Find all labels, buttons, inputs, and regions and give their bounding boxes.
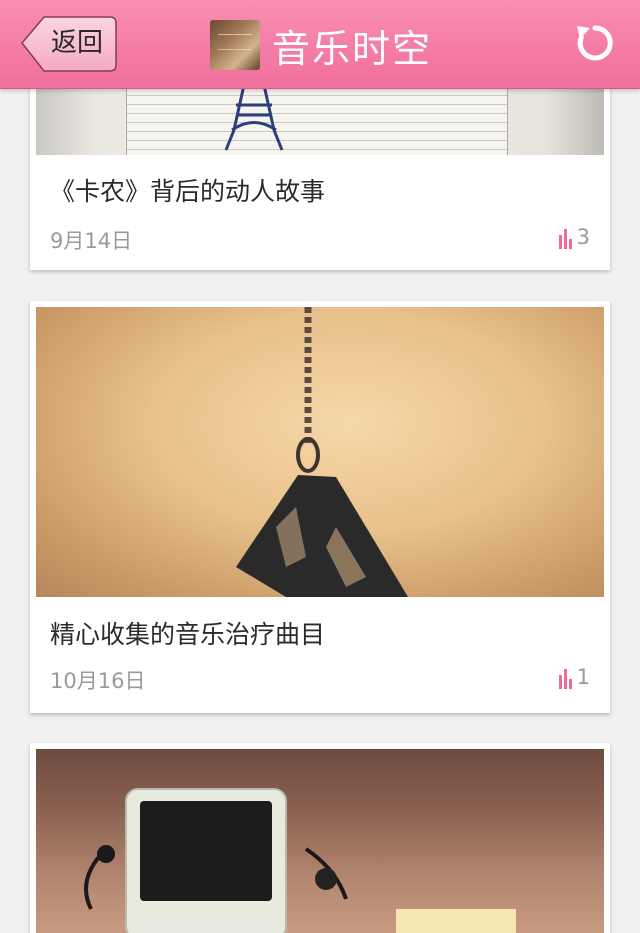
bar-chart-icon [558, 229, 572, 249]
article-title: 《卡农》背后的动人故事 [50, 177, 326, 206]
page-title-group: 音乐时空 [210, 20, 433, 71]
view-count: 3 [576, 225, 590, 249]
article-title: 精心收集的音乐治疗曲目 [50, 620, 326, 649]
page-title: 音乐时空 [272, 26, 433, 71]
title-thumbnail [210, 20, 260, 70]
article-views: 3 [558, 225, 590, 249]
bar-chart-icon [558, 669, 572, 689]
article-image [36, 307, 604, 597]
article-date: 10月16日 [50, 669, 146, 693]
article-image [36, 749, 604, 933]
nav-bar: 返回 音乐时空 [0, 0, 640, 89]
view-count: 1 [576, 665, 590, 689]
refresh-button[interactable] [574, 22, 616, 64]
back-button[interactable]: 返回 [20, 15, 117, 72]
refresh-icon [577, 25, 613, 61]
article-card[interactable] [30, 743, 610, 933]
article-views: 1 [558, 665, 590, 689]
back-label: 返回 [50, 28, 103, 58]
article-card[interactable]: 《卡农》背后的动人故事 9月14日 3 [30, 60, 610, 270]
article-card[interactable]: 精心收集的音乐治疗曲目 10月16日 1 [30, 301, 610, 713]
article-date: 9月14日 [50, 229, 133, 253]
